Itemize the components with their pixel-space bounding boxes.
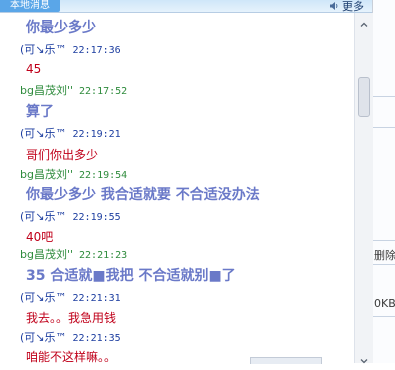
message-time: 22:19:55: [72, 212, 121, 223]
divider: [373, 264, 395, 265]
more-button[interactable]: 更多: [329, 0, 364, 14]
scrollbar-thumb[interactable]: [358, 77, 370, 117]
more-label: 更多: [342, 0, 364, 13]
sender-line: (可↘乐™ 22:21:35: [20, 329, 121, 345]
message-time: 22:17:52: [79, 86, 128, 97]
message-text: 45: [26, 62, 42, 76]
sender-name[interactable]: (可↘乐™: [20, 127, 67, 140]
divider: [373, 96, 395, 97]
message-time: 22:21:35: [72, 333, 121, 344]
message-text: 我去。。我急用钱: [26, 311, 117, 325]
sender-name[interactable]: (可↘乐™: [20, 331, 67, 344]
message-time: 22:21:23: [79, 250, 128, 261]
message-time: 22:19:54: [79, 170, 128, 181]
message-text: 35 合适就■我把 不合适就别■了: [26, 268, 236, 284]
message-text: 你最少多少: [26, 20, 96, 36]
message-text: 你最少多少 我合适就要 不合适没办法: [26, 187, 260, 203]
sender-name[interactable]: (可↘乐™: [20, 43, 67, 56]
sender-line: (可↘乐™ 22:19:21: [20, 125, 121, 141]
message-time: 22:21:31: [72, 293, 121, 304]
sender-line: (可↘乐™ 22:19:55: [20, 208, 121, 224]
sender-name[interactable]: (可↘乐™: [20, 210, 67, 223]
sender-name[interactable]: bg昌茂刘'': [20, 84, 73, 97]
sender-line: bg昌茂刘'' 22:17:52: [20, 82, 127, 98]
sender-name[interactable]: bg昌茂刘'': [20, 168, 73, 181]
background-window-edge: 删除 0KB: [373, 0, 395, 363]
local-messages-tab[interactable]: 本地消息: [0, 0, 60, 12]
message-text: 咱能不这样嘛。。: [26, 350, 117, 363]
scroll-down-icon[interactable]: [359, 351, 369, 364]
file-size-label: 0KB: [374, 297, 395, 310]
title-bar: 本地消息 更多: [0, 0, 372, 13]
scroll-up-icon[interactable]: [359, 15, 369, 27]
message-time: 22:19:21: [72, 129, 121, 140]
sender-line: (可↘乐™ 22:17:36: [20, 41, 121, 57]
vertical-scrollbar[interactable]: [354, 13, 373, 364]
sender-name[interactable]: (可↘乐™: [20, 291, 67, 304]
message-text: 40吧: [26, 230, 54, 244]
chat-window: 本地消息 更多 你最少多少 (可↘乐™ 22:17:36 45 bg昌茂刘'' 22…: [0, 0, 373, 364]
message-text: 算了: [26, 104, 54, 120]
sender-line: (可↘乐™ 22:21:31: [20, 289, 121, 305]
message-history[interactable]: 你最少多少 (可↘乐™ 22:17:36 45 bg昌茂刘'' 22:17:52 算…: [0, 13, 354, 363]
delete-button[interactable]: 删除: [374, 247, 395, 263]
speaker-icon: [329, 1, 339, 11]
message-time: 22:17:36: [72, 45, 121, 56]
divider: [373, 240, 395, 241]
sender-name[interactable]: bg昌茂刘'': [20, 248, 73, 261]
sender-line: bg昌茂刘'' 22:19:54: [20, 166, 127, 182]
divider: [373, 316, 395, 317]
divider: [373, 127, 395, 128]
sender-line: bg昌茂刘'' 22:21:23: [20, 246, 127, 262]
message-text: 哥们你出多少: [26, 148, 99, 162]
